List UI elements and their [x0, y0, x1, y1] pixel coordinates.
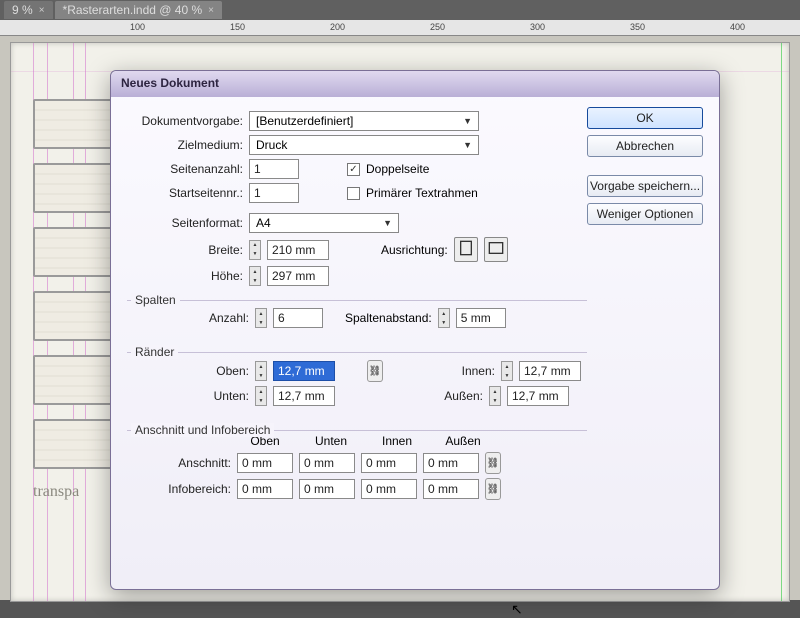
margin-bottom-input[interactable]: 12,7 mm: [273, 386, 335, 406]
slug-bottom-input[interactable]: 0 mm: [299, 479, 355, 499]
margin-bottom-stepper[interactable]: ▲▼: [255, 386, 267, 406]
orientation-landscape-button[interactable]: [484, 237, 508, 262]
orientation-portrait-button[interactable]: [454, 237, 478, 262]
bleed-label: Anschnitt:: [133, 456, 231, 470]
column-count-input[interactable]: 6: [273, 308, 323, 328]
page-size-value: A4: [256, 216, 271, 230]
cursor-icon: ↖: [511, 601, 523, 618]
new-document-dialog: Neues Dokument Dokumentvorgabe: [Benutze…: [110, 70, 720, 590]
slug-top-input[interactable]: 0 mm: [237, 479, 293, 499]
primary-frame-label: Primärer Textrahmen: [366, 186, 478, 200]
save-preset-button[interactable]: Vorgabe speichern...: [587, 175, 703, 197]
chevron-down-icon: ▼: [463, 116, 472, 126]
horizontal-ruler[interactable]: 100 150 200 250 300 350 400: [0, 20, 800, 36]
intent-value: Druck: [256, 138, 287, 152]
link-margins-icon[interactable]: ⛓: [367, 360, 383, 382]
ruler-tick: 100: [130, 22, 145, 32]
gutter-stepper[interactable]: ▲▼: [438, 308, 450, 328]
tab-label: 9 %: [12, 3, 33, 17]
width-stepper[interactable]: ▲▼: [249, 240, 261, 260]
margin-outside-input[interactable]: 12,7 mm: [507, 386, 569, 406]
tab-doc-1[interactable]: 9 % ×: [4, 1, 53, 19]
dialog-title[interactable]: Neues Dokument: [111, 71, 719, 97]
margin-inside-stepper[interactable]: ▲▼: [501, 361, 513, 381]
column-count-stepper[interactable]: ▲▼: [255, 308, 267, 328]
slug-label: Infobereich:: [133, 482, 231, 496]
close-icon[interactable]: ×: [208, 5, 214, 16]
gutter-input[interactable]: 5 mm: [456, 308, 506, 328]
link-bleed-icon[interactable]: ⛓: [485, 452, 501, 474]
bleed-outside-input[interactable]: 0 mm: [423, 453, 479, 473]
columns-group-title: Spalten: [131, 293, 180, 307]
bleed-slug-headers: Oben Unten Innen Außen: [237, 434, 581, 448]
chevron-down-icon: ▼: [463, 140, 472, 150]
primary-frame-checkbox[interactable]: [347, 187, 360, 200]
document-tab-bar: 9 % × *Rasterarten.indd @ 40 % ×: [0, 0, 800, 20]
margin-outside-stepper[interactable]: ▲▼: [489, 386, 501, 406]
slug-inside-input[interactable]: 0 mm: [361, 479, 417, 499]
gutter-label: Spaltenabstand:: [345, 311, 432, 325]
tab-doc-2[interactable]: *Rasterarten.indd @ 40 % ×: [55, 1, 222, 19]
bleed-bottom-input[interactable]: 0 mm: [299, 453, 355, 473]
bleed-top-input[interactable]: 0 mm: [237, 453, 293, 473]
tab-label: *Rasterarten.indd @ 40 %: [63, 3, 203, 17]
page-size-label: Seitenformat:: [127, 216, 243, 230]
ruler-tick: 150: [230, 22, 245, 32]
margin-top-input[interactable]: 12,7 mm: [273, 361, 335, 381]
margin-top-label: Oben:: [133, 364, 249, 378]
height-input[interactable]: 297 mm: [267, 266, 329, 286]
slug-outside-input[interactable]: 0 mm: [423, 479, 479, 499]
start-page-label: Startseitennr.:: [127, 186, 243, 200]
intent-label: Zielmedium:: [127, 138, 243, 152]
cancel-button[interactable]: Abbrechen: [587, 135, 703, 157]
page-size-combo[interactable]: A4 ▼: [249, 213, 399, 233]
close-icon[interactable]: ×: [39, 5, 45, 16]
margin-inside-label: Innen:: [415, 364, 495, 378]
link-slug-icon[interactable]: ⛓: [485, 478, 501, 500]
facing-pages-label: Doppelseite: [366, 162, 429, 176]
pages-input[interactable]: 1: [249, 159, 299, 179]
facing-pages-checkbox[interactable]: ✓: [347, 163, 360, 176]
start-page-input[interactable]: 1: [249, 183, 299, 203]
preset-label: Dokumentvorgabe:: [127, 114, 243, 128]
margins-group-title: Ränder: [131, 345, 178, 359]
bleed-slug-group-title: Anschnitt und Infobereich: [131, 423, 274, 437]
fewer-options-button[interactable]: Weniger Optionen: [587, 203, 703, 225]
ruler-tick: 250: [430, 22, 445, 32]
height-stepper[interactable]: ▲▼: [249, 266, 261, 286]
preset-combo[interactable]: [Benutzerdefiniert] ▼: [249, 111, 479, 131]
margin-guide[interactable]: [781, 43, 782, 601]
pages-label: Seitenanzahl:: [127, 162, 243, 176]
bleed-inside-input[interactable]: 0 mm: [361, 453, 417, 473]
ruler-tick: 350: [630, 22, 645, 32]
column-count-label: Anzahl:: [133, 311, 249, 325]
margin-outside-label: Außen:: [403, 389, 483, 403]
orientation-label: Ausrichtung:: [381, 243, 448, 257]
margin-inside-input[interactable]: 12,7 mm: [519, 361, 581, 381]
margin-bottom-label: Unten:: [133, 389, 249, 403]
ruler-tick: 200: [330, 22, 345, 32]
margin-top-stepper[interactable]: ▲▼: [255, 361, 267, 381]
ruler-tick: 300: [530, 22, 545, 32]
ok-button[interactable]: OK: [587, 107, 703, 129]
intent-combo[interactable]: Druck ▼: [249, 135, 479, 155]
chevron-down-icon: ▼: [383, 218, 392, 228]
preset-value: [Benutzerdefiniert]: [256, 114, 353, 128]
width-label: Breite:: [127, 243, 243, 257]
width-input[interactable]: 210 mm: [267, 240, 329, 260]
ruler-tick: 400: [730, 22, 745, 32]
height-label: Höhe:: [127, 269, 243, 283]
